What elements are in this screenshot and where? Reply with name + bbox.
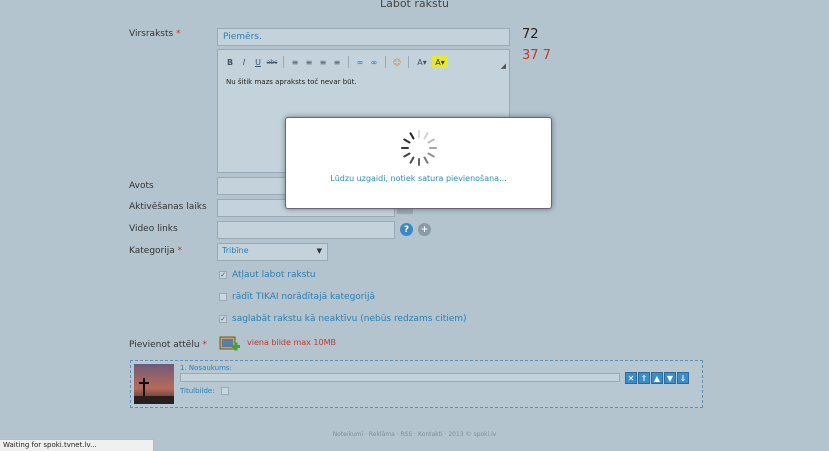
align-center-icon[interactable]: ≡: [303, 56, 315, 68]
image-hint: viena bilde max 10MB: [247, 338, 337, 347]
only-category-option[interactable]: rādīt TIKAI norādītajā kategorijā: [219, 292, 375, 302]
save-inactive-label: saglabāt rakstu kā neaktīvu (nebūs redza…: [232, 314, 467, 324]
italic-button[interactable]: I: [238, 56, 250, 68]
help-icon[interactable]: ?: [400, 223, 413, 236]
allow-edit-option[interactable]: ✓ Atļaut labot rakstu: [219, 270, 316, 280]
image-name-label: 1. Nosaukums:: [180, 364, 232, 372]
toolbar-separator: [283, 56, 284, 68]
align-left-icon[interactable]: ≡: [289, 56, 301, 68]
move-top-icon[interactable]: ⇑: [638, 372, 650, 384]
save-inactive-option[interactable]: ✓ saglabāt rakstu kā neaktīvu (nebūs red…: [219, 314, 467, 324]
title-image-label: Titulbilde:: [180, 387, 215, 395]
remove-icon[interactable]: ✕: [625, 372, 637, 384]
move-bottom-icon[interactable]: ⇓: [677, 372, 689, 384]
title-input[interactable]: Piemērs.: [217, 28, 510, 46]
video-input[interactable]: [217, 221, 395, 239]
loading-dialog: Lūdzu uzgaidi, notiek satura pievienošan…: [285, 117, 552, 209]
browser-status-bar: Waiting for spoki.tvnet.lv...: [0, 439, 154, 451]
font-color-button[interactable]: A ▾: [414, 56, 430, 68]
title-input-value: Piemērs.: [223, 32, 262, 42]
save-inactive-checkbox[interactable]: ✓: [219, 315, 227, 323]
required-mark: *: [176, 29, 181, 39]
source-label: Avots: [129, 181, 154, 191]
only-category-label: rādīt TIKAI norādītajā kategorijā: [232, 292, 376, 302]
loading-spinner-icon: [401, 130, 437, 166]
title-counter: 72: [522, 27, 539, 42]
title-image-checkbox[interactable]: [220, 387, 229, 395]
description-counter: 37 7: [522, 48, 551, 63]
image-add-icon: [219, 336, 240, 351]
category-select[interactable]: Tribīne ▼: [217, 243, 328, 261]
add-icon[interactable]: +: [418, 223, 431, 236]
required-mark: *: [177, 246, 183, 256]
image-item: 1. Nosaukums: Titulbilde: ✕ ⇑ ▲ ▼ ⇓: [130, 360, 703, 408]
title-label-text: Virsraksts: [129, 29, 174, 39]
image-controls: ✕ ⇑ ▲ ▼ ⇓: [625, 372, 689, 384]
add-image-label: Pievienot attēlu *: [129, 340, 207, 350]
link-icon[interactable]: ∞: [354, 56, 366, 68]
move-down-icon[interactable]: ▼: [664, 372, 676, 384]
image-thumbnail: [134, 364, 174, 404]
cross-icon: [134, 378, 174, 404]
unlink-icon[interactable]: ∞: [368, 56, 380, 68]
allow-edit-label: Atļaut labot rakstu: [232, 270, 316, 280]
chevron-down-icon: ▼: [316, 247, 322, 255]
allow-edit-checkbox[interactable]: ✓: [219, 271, 227, 279]
activation-label: Aktivēšanas laiks: [129, 202, 207, 212]
bold-button[interactable]: B: [224, 56, 236, 68]
editor-text: Nu šitik mazs apraksts toč nevar būt.: [226, 78, 357, 86]
toolbar-separator: [408, 56, 409, 68]
loading-message: Lūdzu uzgaidi, notiek satura pievienošan…: [330, 174, 507, 183]
category-value: Tribīne: [222, 246, 249, 255]
add-image-label-text: Pievienot attēlu: [129, 340, 200, 350]
highlight-label: A: [435, 57, 441, 67]
video-label: Video links: [129, 224, 178, 234]
only-category-checkbox[interactable]: [219, 293, 227, 301]
highlight-button[interactable]: A ▾: [432, 56, 448, 68]
page-title: Labot rakstu: [379, 0, 450, 10]
smiley-icon[interactable]: ☺: [391, 56, 403, 68]
image-name-input[interactable]: [180, 373, 620, 382]
editor-toolbar: B I U abc ≡ ≡ ≡ ≡ ∞ ∞ ☺ A ▾ A ▾: [224, 55, 448, 69]
title-image-option[interactable]: Titulbilde:: [180, 387, 229, 395]
move-up-icon[interactable]: ▲: [651, 372, 663, 384]
required-mark: *: [202, 340, 207, 350]
align-right-icon[interactable]: ≡: [317, 56, 329, 68]
add-image-button[interactable]: [219, 336, 241, 353]
toolbar-separator: [385, 56, 386, 68]
align-justify-icon[interactable]: ≡: [331, 56, 343, 68]
strikethrough-button[interactable]: abc: [266, 56, 278, 68]
title-label: Virsraksts *: [129, 29, 181, 39]
font-color-label: A: [417, 57, 423, 67]
footer-links: Noteikumi · Reklāma · RSS · Kontakti · 2…: [332, 431, 497, 438]
toolbar-separator: [348, 56, 349, 68]
category-label: Kategorija *: [129, 246, 182, 256]
resize-handle-icon[interactable]: ◢: [501, 62, 506, 70]
category-label-text: Kategorija: [129, 246, 175, 256]
underline-button[interactable]: U: [252, 56, 264, 68]
